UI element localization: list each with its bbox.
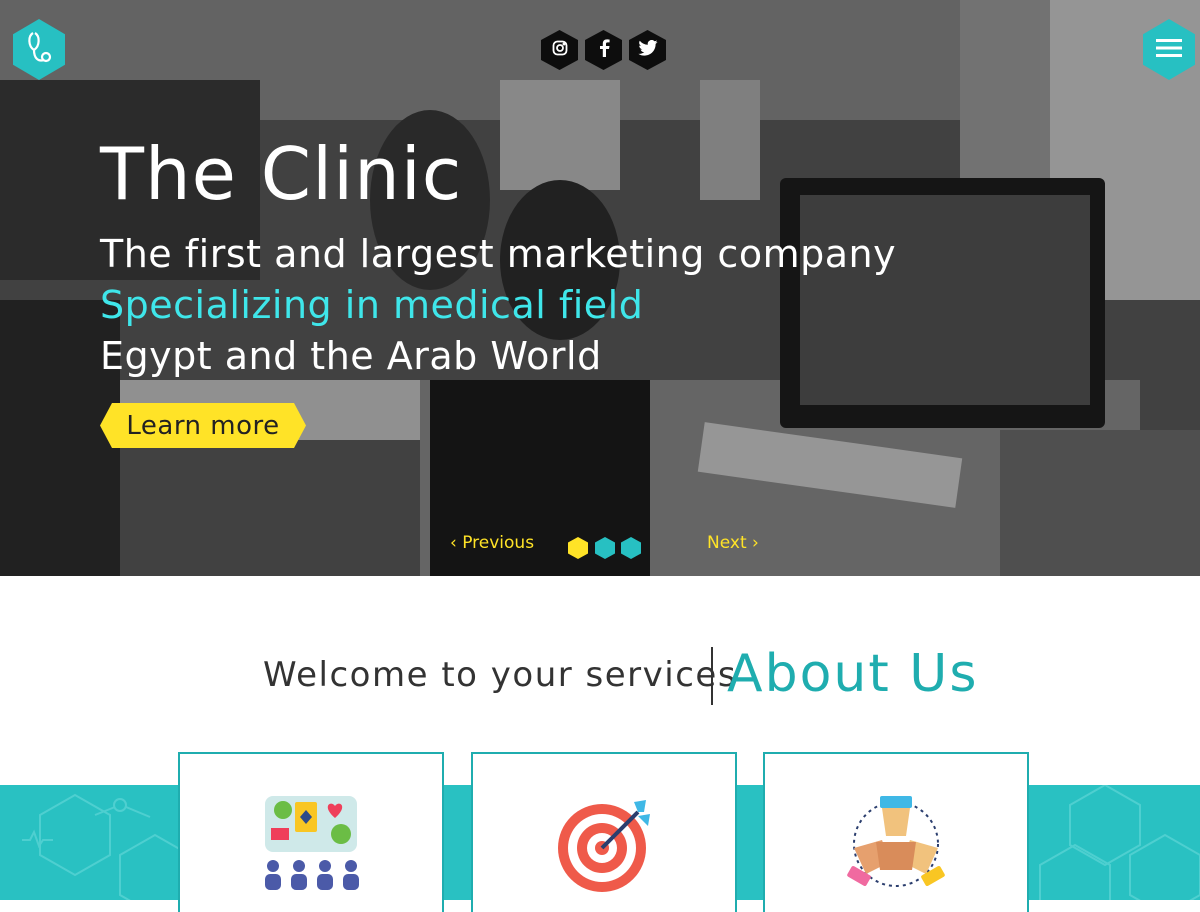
welcome-heading: Welcome to your services xyxy=(263,655,738,695)
hero-title: The Clinic xyxy=(100,132,463,216)
service-card-2[interactable] xyxy=(471,752,737,912)
previous-slide-button[interactable]: ‹ Previous xyxy=(450,533,534,553)
twitter-icon xyxy=(637,39,658,60)
hero-slider: The Clinic The first and largest marketi… xyxy=(0,0,1200,576)
next-slide-button[interactable]: Next › xyxy=(707,533,759,553)
next-label: Next xyxy=(707,533,747,553)
service-card-3[interactable] xyxy=(763,752,1029,912)
facebook-icon xyxy=(598,39,610,61)
team-board-icon xyxy=(261,792,361,896)
hero-tagline-3: Egypt and the Arab World xyxy=(100,334,602,378)
target-icon xyxy=(554,792,654,896)
instagram-icon xyxy=(552,40,568,60)
teamwork-hands-icon xyxy=(846,792,946,896)
hamburger-menu-icon xyxy=(1156,38,1182,62)
heading-divider xyxy=(711,647,713,705)
hero-tagline-2: Specializing in medical field xyxy=(100,283,644,327)
about-us-heading: About Us xyxy=(727,644,979,704)
chevron-right-icon: › xyxy=(752,533,759,553)
learn-more-button[interactable]: Learn more xyxy=(100,403,306,448)
hero-tagline-1: The first and largest marketing company xyxy=(100,232,897,276)
chevron-left-icon: ‹ xyxy=(450,533,457,553)
stethoscope-icon xyxy=(24,30,54,70)
previous-label: Previous xyxy=(462,533,535,553)
service-card-1[interactable] xyxy=(178,752,444,912)
